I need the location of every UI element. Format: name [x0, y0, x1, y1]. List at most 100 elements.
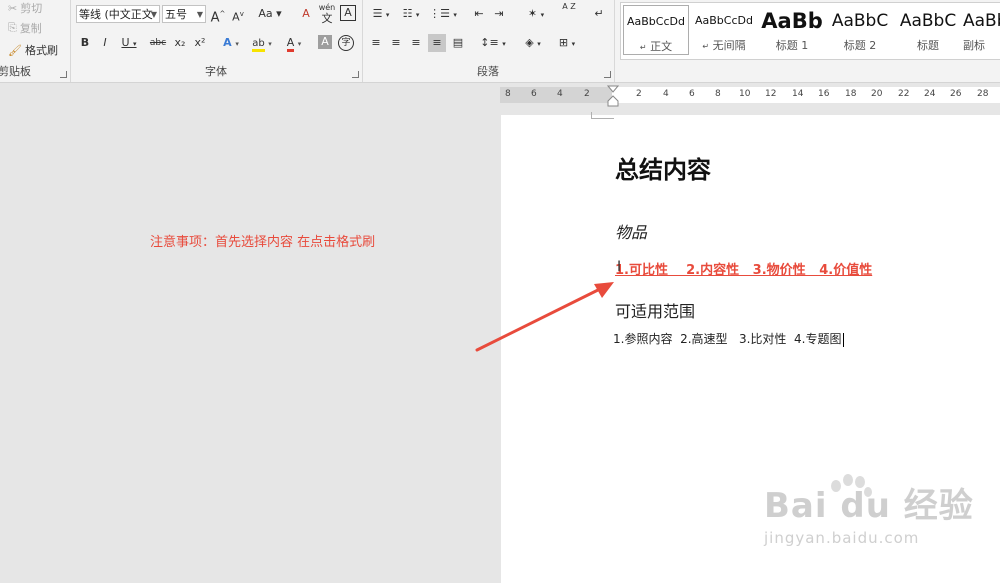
chevron-down-icon: ▼ — [196, 10, 203, 19]
clipboard-launcher-icon[interactable] — [60, 71, 67, 78]
cut-button[interactable]: ✂ 剪切 — [8, 0, 42, 16]
font-name-combo[interactable]: 等线 (中文正文 ▼ — [76, 5, 160, 23]
font-name-value: 等线 (中文正文 — [79, 8, 153, 21]
character-border-button[interactable]: A — [340, 5, 356, 21]
document-list-line: 1.参照内容 2.高速型 3.比对性 4.专题图 — [613, 332, 844, 347]
italic-button[interactable]: I — [98, 34, 112, 52]
subscript-button[interactable]: x₂ — [172, 34, 188, 52]
style-name: 标题 1 — [775, 39, 809, 52]
phonetic-guide-button[interactable]: wén 文 — [318, 2, 336, 24]
style-subtitle[interactable]: AaBb 副标 — [963, 5, 1000, 55]
style-heading-1[interactable]: AaBb 标题 1 — [759, 5, 825, 55]
paragraph-launcher-icon[interactable] — [604, 71, 611, 78]
bullets-button[interactable]: ☰ ▾ — [368, 5, 394, 23]
style-sample: AaBb — [963, 11, 1000, 31]
align-left-button[interactable]: ≡ — [368, 34, 384, 52]
phonetic-char: 文 — [321, 12, 333, 25]
watermark-url: jingyan.baidu.com — [764, 529, 920, 547]
ruler-tick: 8 — [715, 89, 721, 99]
show-marks-button[interactable]: ↵ — [592, 5, 606, 23]
ruler-tick: 12 — [765, 89, 777, 99]
align-center-button[interactable]: ≡ — [388, 34, 404, 52]
multilevel-list-button[interactable]: ⋮☰ ▾ — [428, 5, 458, 23]
font-launcher-icon[interactable] — [352, 71, 359, 78]
font-group: 等线 (中文正文 ▼ 五号 ▼ A^ Av Aa ▾ A wén 文 A B I… — [70, 0, 363, 82]
document-subheading: 可适用范围 — [615, 302, 696, 321]
justify-button[interactable]: ≡ — [428, 34, 446, 52]
grow-font-button[interactable]: A^ — [210, 5, 226, 25]
style-name: 标题 — [917, 39, 939, 52]
borders-button[interactable]: ⊞ ▾ — [554, 34, 580, 52]
cut-label: 剪切 — [20, 2, 43, 15]
decrease-indent-button[interactable]: ⇤ — [470, 5, 488, 23]
copy-button[interactable]: ⎘ 复制 — [8, 20, 42, 36]
text-effects-button[interactable]: A ▾ — [220, 34, 242, 52]
format-painter-label: 格式刷 — [24, 44, 58, 57]
chinese-layout-button[interactable]: ✶ ▾ — [522, 5, 550, 23]
numbering-button[interactable]: ☷ ▾ — [398, 5, 424, 23]
style-name: 标题 2 — [843, 39, 877, 52]
style-heading-2[interactable]: AaBbC 标题 2 — [827, 5, 893, 55]
ruler-tick: 22 — [898, 89, 910, 99]
distributed-button[interactable]: ▤ — [450, 34, 466, 52]
style-name: ↵ 无间隔 — [702, 39, 746, 52]
enclose-characters-button[interactable]: 字 — [338, 35, 354, 51]
copy-label: 复制 — [19, 22, 42, 35]
caret — [842, 332, 844, 347]
chevron-down-icon: ▼ — [150, 10, 157, 19]
style-no-spacing[interactable]: AaBbCcDd ↵ 无间隔 — [691, 5, 757, 55]
sort-button[interactable]: A Z — [562, 2, 576, 20]
ruler-tick: 20 — [871, 89, 883, 99]
ruler-tick: 4 — [557, 89, 563, 99]
document-title: 总结内容 — [615, 156, 711, 184]
underline-button[interactable]: U ▾ — [118, 34, 140, 52]
indent-marker-icon[interactable] — [607, 85, 619, 107]
ruler-tick: 14 — [792, 89, 804, 99]
ruler-tick: 10 — [739, 89, 751, 99]
styles-gallery: AaBbCcDd ↵ 正文 AaBbCcDd ↵ 无间隔 AaBb 标题 1 A… — [620, 2, 1000, 60]
font-color-button[interactable]: A ▾ — [282, 34, 306, 52]
ruler-tick: 8 — [505, 89, 511, 99]
format-painter-button[interactable]: 🖌 格式刷 — [8, 42, 58, 58]
strikethrough-button[interactable]: abc — [148, 34, 168, 52]
shading-button[interactable]: ◈ ▾ — [520, 34, 546, 52]
font-group-label: 字体 — [205, 65, 227, 78]
increase-indent-button[interactable]: ⇥ — [490, 5, 508, 23]
style-title[interactable]: AaBbC 标题 — [895, 5, 961, 55]
style-sample: AaBbCcDd — [695, 14, 753, 27]
change-case-button[interactable]: Aa ▾ — [256, 5, 284, 23]
scissors-icon: ✂ — [8, 1, 18, 15]
font-size-combo[interactable]: 五号 ▼ — [162, 5, 206, 23]
document-item-label: 物品 — [615, 223, 648, 242]
horizontal-ruler[interactable]: 8 6 4 2 2 4 6 8 10 12 14 16 18 20 22 24 … — [500, 85, 1000, 107]
style-sample: AaBbC — [899, 11, 957, 31]
ruler-tick: 16 — [818, 89, 830, 99]
ruler-tick: 24 — [924, 89, 936, 99]
clipboard-group: ✂ 剪切 ⎘ 复制 🖌 格式刷 剪贴板 — [0, 0, 71, 82]
ribbon: ✂ 剪切 ⎘ 复制 🖌 格式刷 剪贴板 等线 (中文正文 ▼ 五号 ▼ A^ A… — [0, 0, 1000, 83]
page-corner-mark — [591, 112, 614, 119]
bold-button[interactable]: B — [78, 34, 92, 52]
annotation-note: 注意事项：首先选择内容 在点击格式刷 — [150, 235, 376, 250]
ruler-margin-area — [500, 87, 612, 103]
ruler-tick: 18 — [845, 89, 857, 99]
font-size-value: 五号 — [165, 8, 187, 21]
selected-red-text: 1.可比性 2.内容性 3.物价性 4.价值性 — [615, 263, 873, 278]
style-sample: AaBb — [761, 9, 823, 33]
paintbrush-icon: 🖌 — [8, 43, 22, 57]
style-name: ↵ 正文 — [639, 40, 673, 53]
character-shading-button[interactable]: A — [318, 35, 332, 49]
ruler-tick: 6 — [689, 89, 695, 99]
ruler-tick: 4 — [663, 89, 669, 99]
highlight-button[interactable]: ab ▾ — [250, 34, 274, 52]
paragraph-group: ☰ ▾ ☷ ▾ ⋮☰ ▾ ⇤ ⇥ ✶ ▾ A Z ↵ ≡ ≡ ≡ ≡ ▤ ↕≡ … — [362, 0, 615, 82]
red-arrow-icon — [475, 282, 614, 352]
ruler-tick: 2 — [584, 89, 590, 99]
superscript-button[interactable]: x² — [192, 34, 208, 52]
clear-formatting-button[interactable]: A — [298, 5, 314, 23]
style-normal[interactable]: AaBbCcDd ↵ 正文 — [623, 5, 689, 55]
style-sample: AaBbC — [831, 11, 889, 31]
shrink-font-button[interactable]: Av — [230, 5, 246, 24]
line-spacing-button[interactable]: ↕≡ ▾ — [480, 34, 506, 52]
align-right-button[interactable]: ≡ — [408, 34, 424, 52]
